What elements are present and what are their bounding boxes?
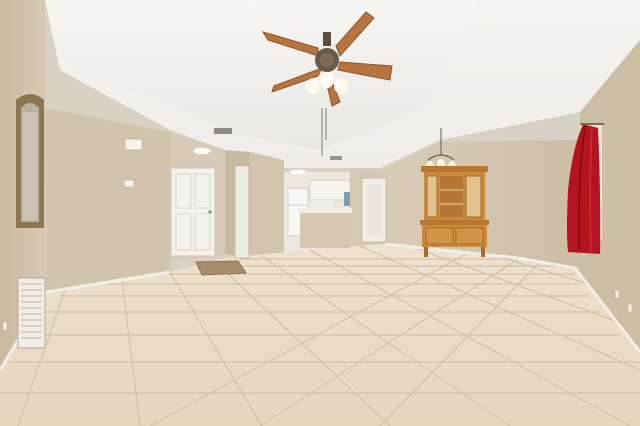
thermostat — [124, 138, 143, 151]
front-door — [170, 167, 216, 257]
kitchen-vent — [330, 156, 342, 160]
interior-door — [361, 177, 387, 243]
door-mat — [195, 260, 247, 276]
outlet-left — [2, 321, 8, 331]
wall-mirror — [16, 94, 44, 228]
hall-column-front — [250, 152, 284, 260]
left-back-wall — [45, 108, 170, 292]
kitchen-ceiling-light — [290, 169, 306, 175]
light-switch — [123, 179, 135, 188]
ceiling-vent — [214, 128, 232, 134]
ceiling-light — [192, 147, 212, 155]
outlet-right-2 — [627, 303, 633, 313]
hall-door — [234, 165, 250, 259]
room-photo — [0, 0, 640, 426]
outlet-right — [614, 289, 620, 299]
china-hutch — [420, 166, 489, 257]
